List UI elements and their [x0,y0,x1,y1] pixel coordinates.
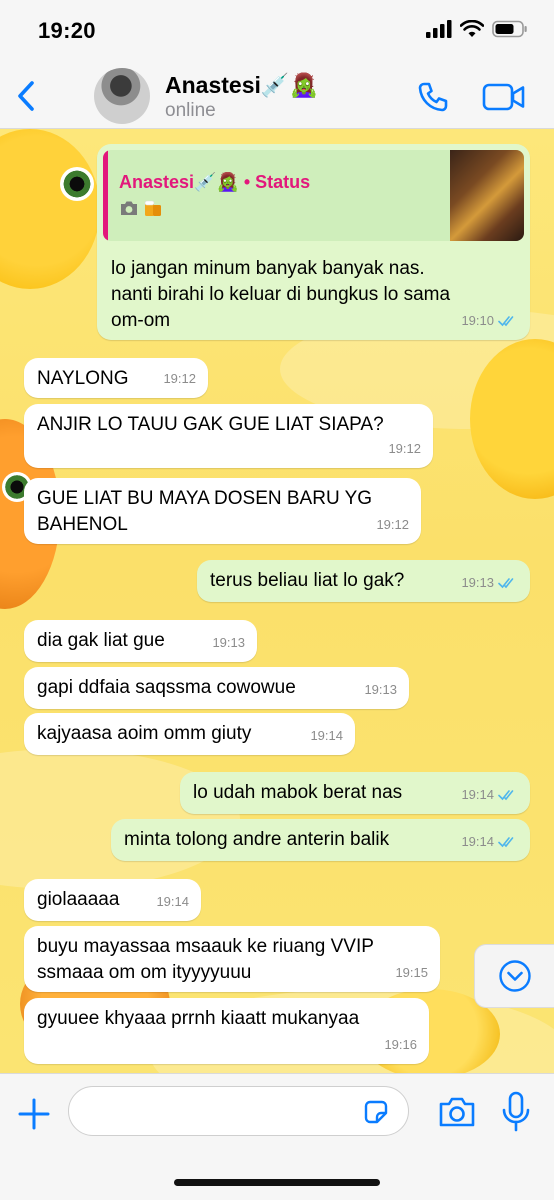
message-meta: 19:15 [395,960,428,986]
message-line: lo jangan minum banyak banyak nas. [111,258,425,279]
attach-button[interactable] [14,1094,54,1134]
message-line: om-om [111,310,171,331]
message-bubble-outgoing[interactable]: minta tolong andre anterin balik 19:14 [111,819,530,861]
voice-call-button[interactable] [412,76,454,118]
contact-name[interactable]: Anastesi💉🧟‍♀️ [165,72,318,99]
wifi-icon [460,20,484,37]
message-meta: 19:14 [461,829,518,855]
message-text: giolaaaaa [37,889,120,910]
back-button[interactable] [10,76,42,116]
quote-media-icons [119,198,163,218]
message-time: 19:13 [212,635,245,650]
message-bubble-incoming[interactable]: GUE LIAT BU MAYA DOSEN BARU YG BAHENOL 1… [24,478,421,544]
message-bubble-outgoing[interactable]: Anastesi💉🧟‍♀️ • Status lo jangan minum b… [97,144,530,340]
status-icons [426,20,528,38]
message-meta: 19:13 [461,570,518,596]
contact-avatar[interactable] [94,68,150,124]
message-meta: 19:10 [461,308,518,334]
message-meta: 19:14 [156,889,189,915]
home-indicator [174,1179,380,1186]
message-line: nanti birahi lo keluar di bungkus lo sam… [111,284,451,305]
beer-icon [144,200,161,216]
quote-author: Anastesi💉🧟‍♀️ • Status [119,172,311,192]
message-text: dia gak liat gue [37,630,165,651]
camera-icon [439,1097,475,1127]
message-bubble-incoming[interactable]: buyu mayassaa msaauk ke riuang VVIP ssma… [24,926,440,992]
chevron-left-icon [18,81,34,111]
read-receipt-icon [498,790,514,801]
microphone-icon [502,1091,530,1132]
message-bubble-incoming[interactable]: gapi ddfaia saqssma cowowue 19:13 [24,667,409,709]
camera-button[interactable] [436,1092,478,1132]
message-text: kajyaasa aoim omm giuty [37,723,252,744]
message-bubble-incoming[interactable]: kajyaasa aoim omm giuty 19:14 [24,713,355,755]
message-bubble-outgoing[interactable]: terus beliau liat lo gak? 19:13 [197,560,530,602]
sticker-button[interactable] [360,1096,392,1128]
signal-icon [426,20,452,38]
message-text: ANJIR LO TAUU GAK GUE LIAT SIAPA? [37,414,384,435]
scroll-to-bottom-button[interactable] [474,944,554,1008]
message-meta: 19:14 [461,782,518,808]
message-bubble-outgoing[interactable]: lo udah mabok berat nas 19:14 [180,772,530,814]
message-line: GUE LIAT BU MAYA DOSEN BARU YG [37,488,373,509]
message-text: gapi ddfaia saqssma cowowue [37,677,296,698]
chevron-down-circle-icon [498,960,531,992]
status-bar: 19:20 [0,0,554,64]
voice-message-button[interactable] [498,1090,534,1134]
message-time: 19:12 [376,517,409,532]
message-text: NAYLONG [37,368,129,389]
message-text: lo jangan minum banyak banyak nas. nanti… [111,256,518,334]
contact-online-status: online [165,100,216,121]
chat-area[interactable]: Anastesi💉🧟‍♀️ • Status lo jangan minum b… [0,129,554,1073]
phone-icon [418,82,448,112]
message-time: 19:12 [163,371,196,386]
quote-accent-bar [103,150,108,241]
message-time: 19:13 [364,682,397,697]
message-bubble-incoming[interactable]: gyuuee khyaaa prrnh kiaatt mukanyaa 19:1… [24,998,429,1064]
message-input[interactable] [68,1086,409,1136]
message-meta: 19:12 [163,366,196,392]
message-meta: 19:16 [384,1032,417,1058]
message-bubble-incoming[interactable]: NAYLONG 19:12 [24,358,208,398]
quoted-status[interactable]: Anastesi💉🧟‍♀️ • Status [103,150,524,241]
message-bubble-incoming[interactable]: ANJIR LO TAUU GAK GUE LIAT SIAPA? 19:12 [24,404,433,468]
message-text: minta tolong andre anterin balik [124,829,390,850]
status-time: 19:20 [38,18,96,43]
message-meta: 19:14 [310,723,343,749]
message-time: 19:15 [395,965,428,980]
message-line: buyu mayassaa msaauk ke riuang VVIP [37,936,374,957]
video-camera-icon [482,83,525,111]
message-meta: 19:12 [376,512,409,538]
message-text: terus beliau liat lo gak? [210,570,405,591]
read-receipt-icon [498,578,514,589]
read-receipt-icon [498,316,514,327]
message-bubble-incoming[interactable]: giolaaaaa 19:14 [24,879,201,921]
chat-header: Anastesi💉🧟‍♀️ online [0,64,554,129]
message-text: lo udah mabok berat nas [193,782,403,803]
message-time: 19:10 [461,313,494,328]
message-time: 19:14 [156,894,189,909]
camera-icon [121,201,137,215]
message-meta: 19:13 [212,630,245,656]
video-call-button[interactable] [480,76,528,118]
message-meta: 19:13 [364,677,397,703]
message-bubble-incoming[interactable]: dia gak liat gue 19:13 [24,620,257,662]
message-time: 19:16 [384,1037,417,1052]
battery-icon [492,20,527,38]
message-time: 19:14 [461,787,494,802]
status-thumbnail [450,150,524,241]
message-time: 19:13 [461,575,494,590]
composer-bar [0,1073,554,1200]
message-line: BAHENOL [37,514,128,535]
message-time: 19:14 [461,834,494,849]
read-receipt-icon [498,837,514,848]
message-line: ssmaaa om om ityyyyuuu [37,962,252,983]
message-time: 19:14 [310,728,343,743]
message-time: 19:12 [388,441,421,456]
plus-icon [18,1098,50,1130]
message-meta: 19:12 [388,436,421,462]
sticker-icon [364,1100,388,1124]
message-text: gyuuee khyaaa prrnh kiaatt mukanyaa [37,1008,360,1029]
